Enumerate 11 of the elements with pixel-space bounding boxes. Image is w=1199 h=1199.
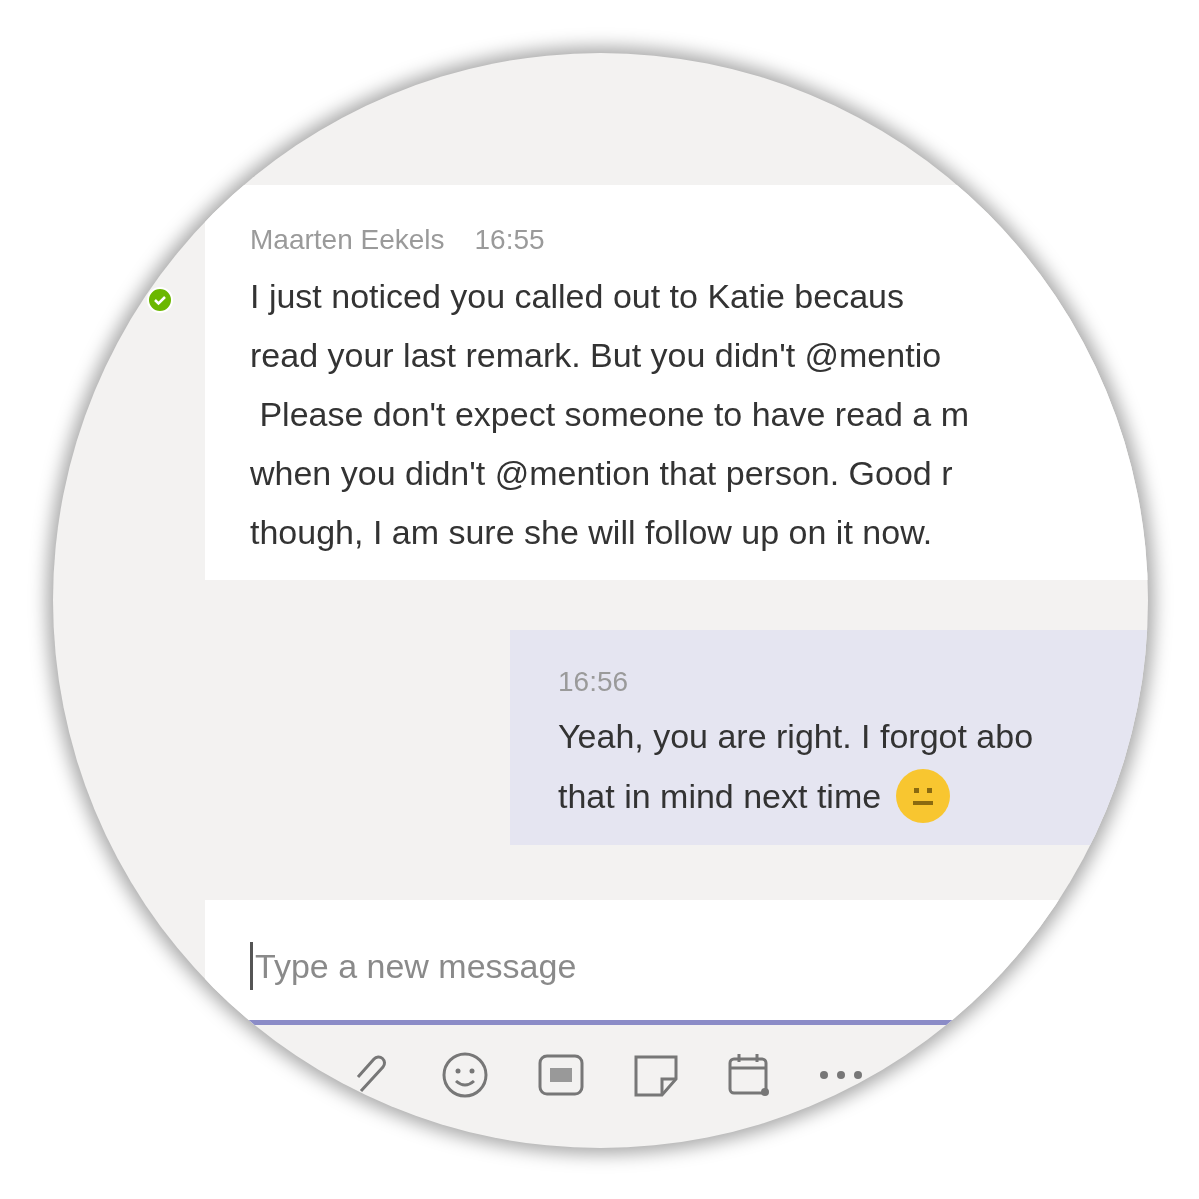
- message-input[interactable]: Type a new message: [250, 942, 950, 990]
- message-time: 16:55: [474, 223, 545, 257]
- message-text-line: read your last remark. But you didn't @mentio: [250, 335, 943, 376]
- message-text-line: though, I am sure she will follow up on it now.: [250, 512, 934, 553]
- message-text-line: that in mind next time: [558, 776, 882, 817]
- message-text-line: when you didn't @mention that person. Good r: [250, 453, 954, 494]
- message-text-line: I just noticed you called out to Katie becaus: [250, 276, 905, 317]
- author-name: Maarten Eekels: [250, 223, 445, 257]
- message-text-line: Yeah, you are right. I forgot abo: [558, 716, 1034, 757]
- message-text-line: Please don't expect someone to have read a m: [258, 394, 971, 435]
- message-time: 16:56: [558, 665, 630, 699]
